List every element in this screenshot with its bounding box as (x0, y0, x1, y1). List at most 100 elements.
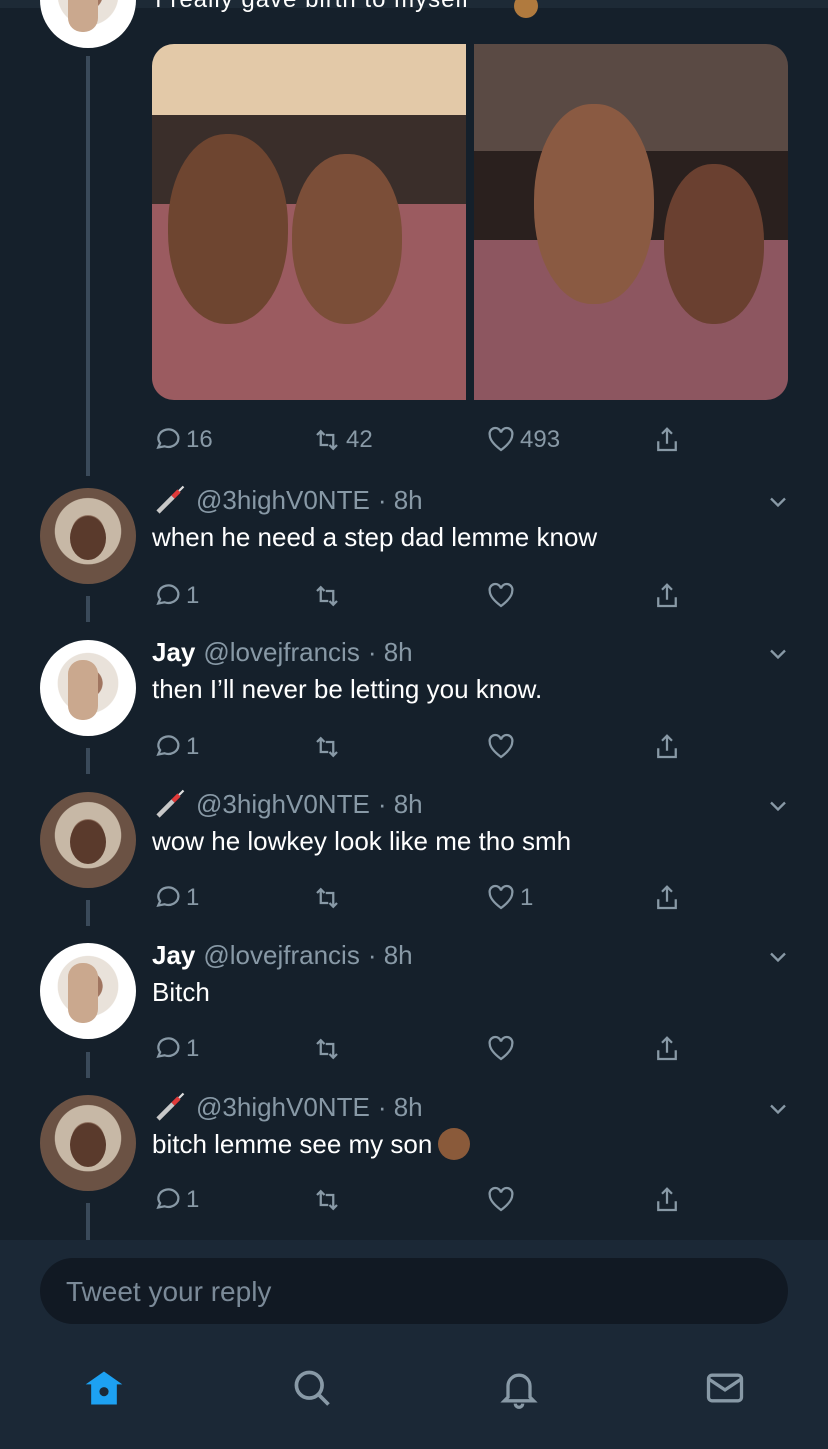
thread-line (86, 1203, 90, 1240)
reply-button[interactable]: 16 (152, 422, 213, 458)
reply-button[interactable]: 1 (152, 880, 199, 916)
reply-actions: 1 1 (152, 880, 692, 916)
facepalm-emoji-icon (438, 1128, 471, 1161)
like-count: 493 (520, 426, 561, 453)
chevron-down-icon[interactable] (764, 943, 792, 971)
retweet-icon (316, 887, 338, 909)
reply-button[interactable]: 1 (152, 1182, 199, 1218)
avatar[interactable] (40, 640, 136, 736)
like-button[interactable]: 493 (486, 422, 560, 458)
like-button[interactable] (486, 578, 520, 614)
retweet-button[interactable] (312, 880, 342, 916)
retweet-icon (316, 429, 338, 451)
thread-line (86, 748, 90, 774)
reply-handle[interactable]: @lovejfrancis (203, 637, 359, 668)
syringe-icon (156, 485, 185, 514)
original-tweet-text: I really gave birth to myself (155, 0, 469, 14)
thread-line (86, 56, 90, 476)
retweet-icon (316, 736, 338, 758)
retweet-icon (316, 1038, 338, 1060)
share-button[interactable] (652, 880, 682, 916)
reply-button[interactable]: 1 (152, 1031, 199, 1067)
reply-button[interactable]: 1 (152, 729, 199, 765)
search-icon (294, 1370, 330, 1406)
reply-button[interactable]: 1 (152, 578, 199, 614)
bell-icon (500, 1373, 538, 1409)
retweet-icon (316, 585, 338, 607)
share-icon (657, 1187, 677, 1212)
share-button[interactable] (652, 729, 682, 765)
reply-time: · 8h (377, 1091, 423, 1122)
heart-icon (488, 1035, 514, 1061)
reply-name[interactable]: Jay (152, 940, 195, 971)
reply-icon (156, 886, 180, 908)
tweet-actions: 16 42 493 (152, 422, 692, 458)
reply-count: 1 (186, 884, 200, 911)
share-button[interactable] (652, 1031, 682, 1067)
reply-name[interactable]: Jay (152, 637, 195, 668)
heart-icon (488, 884, 514, 910)
share-button[interactable] (652, 1182, 682, 1218)
thread-line (86, 900, 90, 926)
retweet-button[interactable] (312, 1182, 342, 1218)
tab-notifications[interactable] (497, 1366, 541, 1410)
photo-right[interactable] (474, 44, 788, 400)
retweet-button[interactable] (312, 1031, 342, 1067)
share-button[interactable] (652, 578, 682, 614)
reply-icon (156, 584, 180, 606)
heart-icon (488, 582, 514, 608)
tab-home[interactable] (82, 1366, 126, 1410)
reply-handle[interactable]: @3highV0NTE (196, 1092, 370, 1123)
chevron-down-icon[interactable] (764, 1095, 792, 1123)
like-button[interactable] (486, 1031, 520, 1067)
reply-actions: 1 (152, 1031, 692, 1067)
avatar[interactable] (40, 792, 136, 888)
share-icon (657, 583, 677, 608)
chevron-down-icon[interactable] (764, 792, 792, 820)
retweet-count: 42 (346, 426, 373, 453)
mail-icon (706, 1373, 744, 1403)
thread-line (86, 1052, 90, 1078)
reply-count: 1 (186, 582, 200, 609)
reply-count: 1 (186, 1035, 200, 1062)
tweet-media[interactable] (152, 44, 788, 400)
chevron-down-icon[interactable] (764, 640, 792, 668)
reply-text: when he need a step dad lemme know (152, 522, 598, 552)
reply-icon (156, 735, 180, 757)
like-button[interactable] (486, 729, 520, 765)
reply-time: · 8h (367, 636, 413, 667)
avatar[interactable] (40, 1095, 136, 1191)
reply-handle[interactable]: @3highV0NTE (196, 789, 370, 820)
reply-actions: 1 (152, 729, 692, 765)
reply-text: Bitch (152, 977, 210, 1007)
chevron-down-icon[interactable] (764, 488, 792, 516)
retweet-button[interactable] (312, 578, 342, 614)
like-button[interactable] (486, 1182, 520, 1218)
avatar[interactable] (40, 488, 136, 584)
reply-handle[interactable]: @3highV0NTE (196, 485, 370, 516)
tab-messages[interactable] (703, 1366, 747, 1410)
share-icon (657, 1036, 677, 1061)
like-count: 1 (520, 884, 534, 911)
reply-input[interactable] (64, 1258, 768, 1326)
share-icon (657, 427, 677, 452)
reply-composer[interactable] (40, 1258, 788, 1326)
reply-actions: 1 (152, 1182, 692, 1218)
reply-icon (156, 428, 180, 450)
avatar[interactable] (40, 0, 136, 48)
syringe-icon (156, 789, 185, 818)
avatar[interactable] (40, 943, 136, 1039)
photo-left[interactable] (152, 44, 466, 400)
reply-text: then I’ll never be letting you know. (152, 674, 543, 704)
tab-search[interactable] (290, 1366, 334, 1410)
reply-actions: 1 (152, 578, 692, 614)
reply-time: · 8h (367, 939, 413, 970)
retweet-button[interactable] (312, 729, 342, 765)
like-button[interactable]: 1 (486, 880, 533, 916)
reply-handle[interactable]: @lovejfrancis (203, 940, 359, 971)
share-button[interactable] (652, 422, 682, 458)
reply-icon (156, 1037, 180, 1059)
retweet-button[interactable]: 42 (312, 422, 373, 458)
reply-count: 1 (186, 733, 200, 760)
thread-line (86, 596, 90, 622)
